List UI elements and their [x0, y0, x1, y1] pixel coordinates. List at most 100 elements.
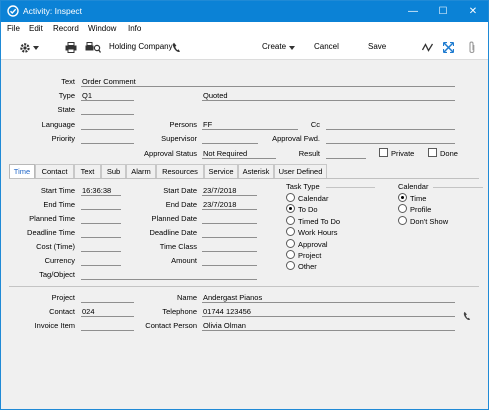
calendar-radio-profile[interactable] [398, 204, 407, 214]
supervisor-field[interactable] [202, 134, 258, 144]
tag-object-label: Tag/Object [39, 270, 75, 279]
task-type-radio-to-do[interactable] [286, 204, 295, 214]
approval-fwd-field[interactable] [326, 134, 455, 144]
menu-edit[interactable]: Edit [29, 24, 43, 33]
planned-time-field[interactable] [81, 214, 121, 224]
text-label: Text [61, 77, 75, 86]
calendar-radio-don-t-show[interactable] [398, 215, 407, 225]
amount-field[interactable] [202, 256, 257, 266]
done-checkbox[interactable] [428, 148, 437, 157]
language-field[interactable] [81, 120, 134, 130]
telephone-label: Telephone [162, 307, 197, 316]
type-field[interactable]: Q1 [81, 91, 134, 101]
task-type-option-timed-to-do-label: Timed To Do [298, 216, 341, 226]
project-field[interactable] [81, 293, 134, 303]
deadline-date-label: Deadline Date [149, 228, 197, 237]
state-label: State [57, 105, 75, 114]
end-time-field[interactable] [81, 200, 121, 210]
task-type-radio-approval[interactable] [286, 238, 295, 248]
cc-label: Cc [310, 120, 320, 129]
persons-field[interactable]: FF [202, 120, 298, 130]
deadline-time-field[interactable] [81, 228, 121, 238]
supervisor-label: Supervisor [161, 134, 197, 143]
deadline-date-field[interactable] [202, 228, 257, 238]
cancel-button[interactable]: Cancel [314, 42, 339, 51]
cost-time-field[interactable] [81, 242, 121, 252]
name-field[interactable]: Andergast Pianos [202, 293, 455, 303]
task-type-radio-timed-to-do[interactable] [286, 215, 295, 225]
paperclip-icon[interactable] [468, 41, 476, 54]
menu-window[interactable]: Window [88, 24, 116, 33]
cc-field[interactable] [326, 120, 455, 130]
tab-resources[interactable]: Resources [156, 164, 204, 178]
tab-sub[interactable]: Sub [101, 164, 126, 178]
private-checkbox[interactable] [379, 148, 388, 157]
tab-text[interactable]: Text [74, 164, 101, 178]
gear-icon[interactable] [19, 42, 31, 54]
tab-time[interactable]: Time [9, 164, 35, 178]
text-field[interactable]: Order Comment [81, 77, 455, 87]
contact-person-field[interactable]: Olivia Olman [202, 321, 455, 331]
result-field[interactable] [326, 149, 366, 159]
amount-label: Amount [171, 256, 197, 265]
end-date-field[interactable]: 23/7/2018 [202, 200, 257, 210]
tag-object-field[interactable] [81, 270, 257, 280]
printer-icon[interactable] [65, 42, 77, 53]
time-class-field[interactable] [202, 242, 257, 252]
start-date-label: Start Date [163, 186, 197, 195]
calendar-radio-time[interactable] [398, 193, 407, 202]
state-field[interactable] [81, 105, 134, 115]
tab-user-defined[interactable]: User Defined [274, 164, 327, 178]
print-preview-icon[interactable] [85, 42, 101, 53]
end-time-label: End Time [43, 200, 75, 209]
create-dropdown-icon[interactable] [289, 46, 295, 50]
task-type-separator [326, 187, 375, 188]
planned-date-field[interactable] [202, 214, 257, 224]
done-label: Done [440, 149, 458, 158]
start-time-label: Start Time [40, 186, 75, 195]
currency-field[interactable] [81, 256, 121, 266]
start-time-field[interactable]: 16:36:38 [81, 186, 121, 196]
task-type-option-approval-label: Approval [298, 239, 328, 249]
activity-graph-icon[interactable] [422, 43, 433, 52]
task-type-option-work-hours-label: Work Hours [298, 228, 338, 238]
telephone-field[interactable]: 01744 123456 [202, 307, 455, 317]
menu-info[interactable]: Info [128, 24, 141, 33]
company-label: Holding Company [109, 42, 173, 51]
calendar-option-don-t-show-label: Don't Show [410, 216, 449, 226]
calendar-option-profile-label: Profile [410, 205, 432, 215]
approval-status-field[interactable]: Not Required [202, 149, 276, 159]
dial-phone-icon[interactable] [463, 311, 471, 321]
language-label: Language [41, 120, 75, 129]
create-button[interactable]: Create [262, 42, 286, 51]
task-type-radio-work-hours[interactable] [286, 227, 295, 237]
tab-asterisk[interactable]: Asterisk [238, 164, 274, 178]
approval-fwd-label: Approval Fwd. [272, 134, 320, 143]
task-type-option-to-do-label: To Do [298, 205, 318, 215]
close-button[interactable]: ✕ [458, 1, 488, 22]
task-type-radio-project[interactable] [286, 250, 295, 259]
menu-record[interactable]: Record [53, 24, 79, 33]
start-date-field[interactable]: 23/7/2018 [202, 186, 257, 196]
calendar-separator [433, 187, 483, 188]
section-separator [9, 286, 479, 287]
deadline-time-label: Deadline Time [27, 228, 75, 237]
expand-icon[interactable] [443, 42, 454, 53]
persons-label: Persons [169, 120, 197, 129]
minimize-button[interactable]: — [398, 1, 428, 22]
phone-icon[interactable] [172, 42, 181, 53]
chevron-down-icon[interactable] [33, 46, 39, 50]
task-type-label: Task Type [286, 182, 320, 191]
tab-contact[interactable]: Contact [35, 164, 74, 178]
menu-file[interactable]: File [7, 24, 20, 33]
planned-date-label: Planned Date [151, 214, 197, 223]
contact-field[interactable]: 024 [81, 307, 134, 317]
invoice-item-label: Invoice Item [34, 321, 75, 330]
priority-field[interactable] [81, 134, 134, 144]
task-type-radio-other[interactable] [286, 261, 295, 271]
tab-alarm[interactable]: Alarm [126, 164, 156, 178]
save-button[interactable]: Save [368, 42, 386, 51]
task-type-radio-calendar[interactable] [286, 193, 295, 202]
maximize-button[interactable]: ☐ [428, 1, 458, 22]
tab-service[interactable]: Service [204, 164, 238, 178]
